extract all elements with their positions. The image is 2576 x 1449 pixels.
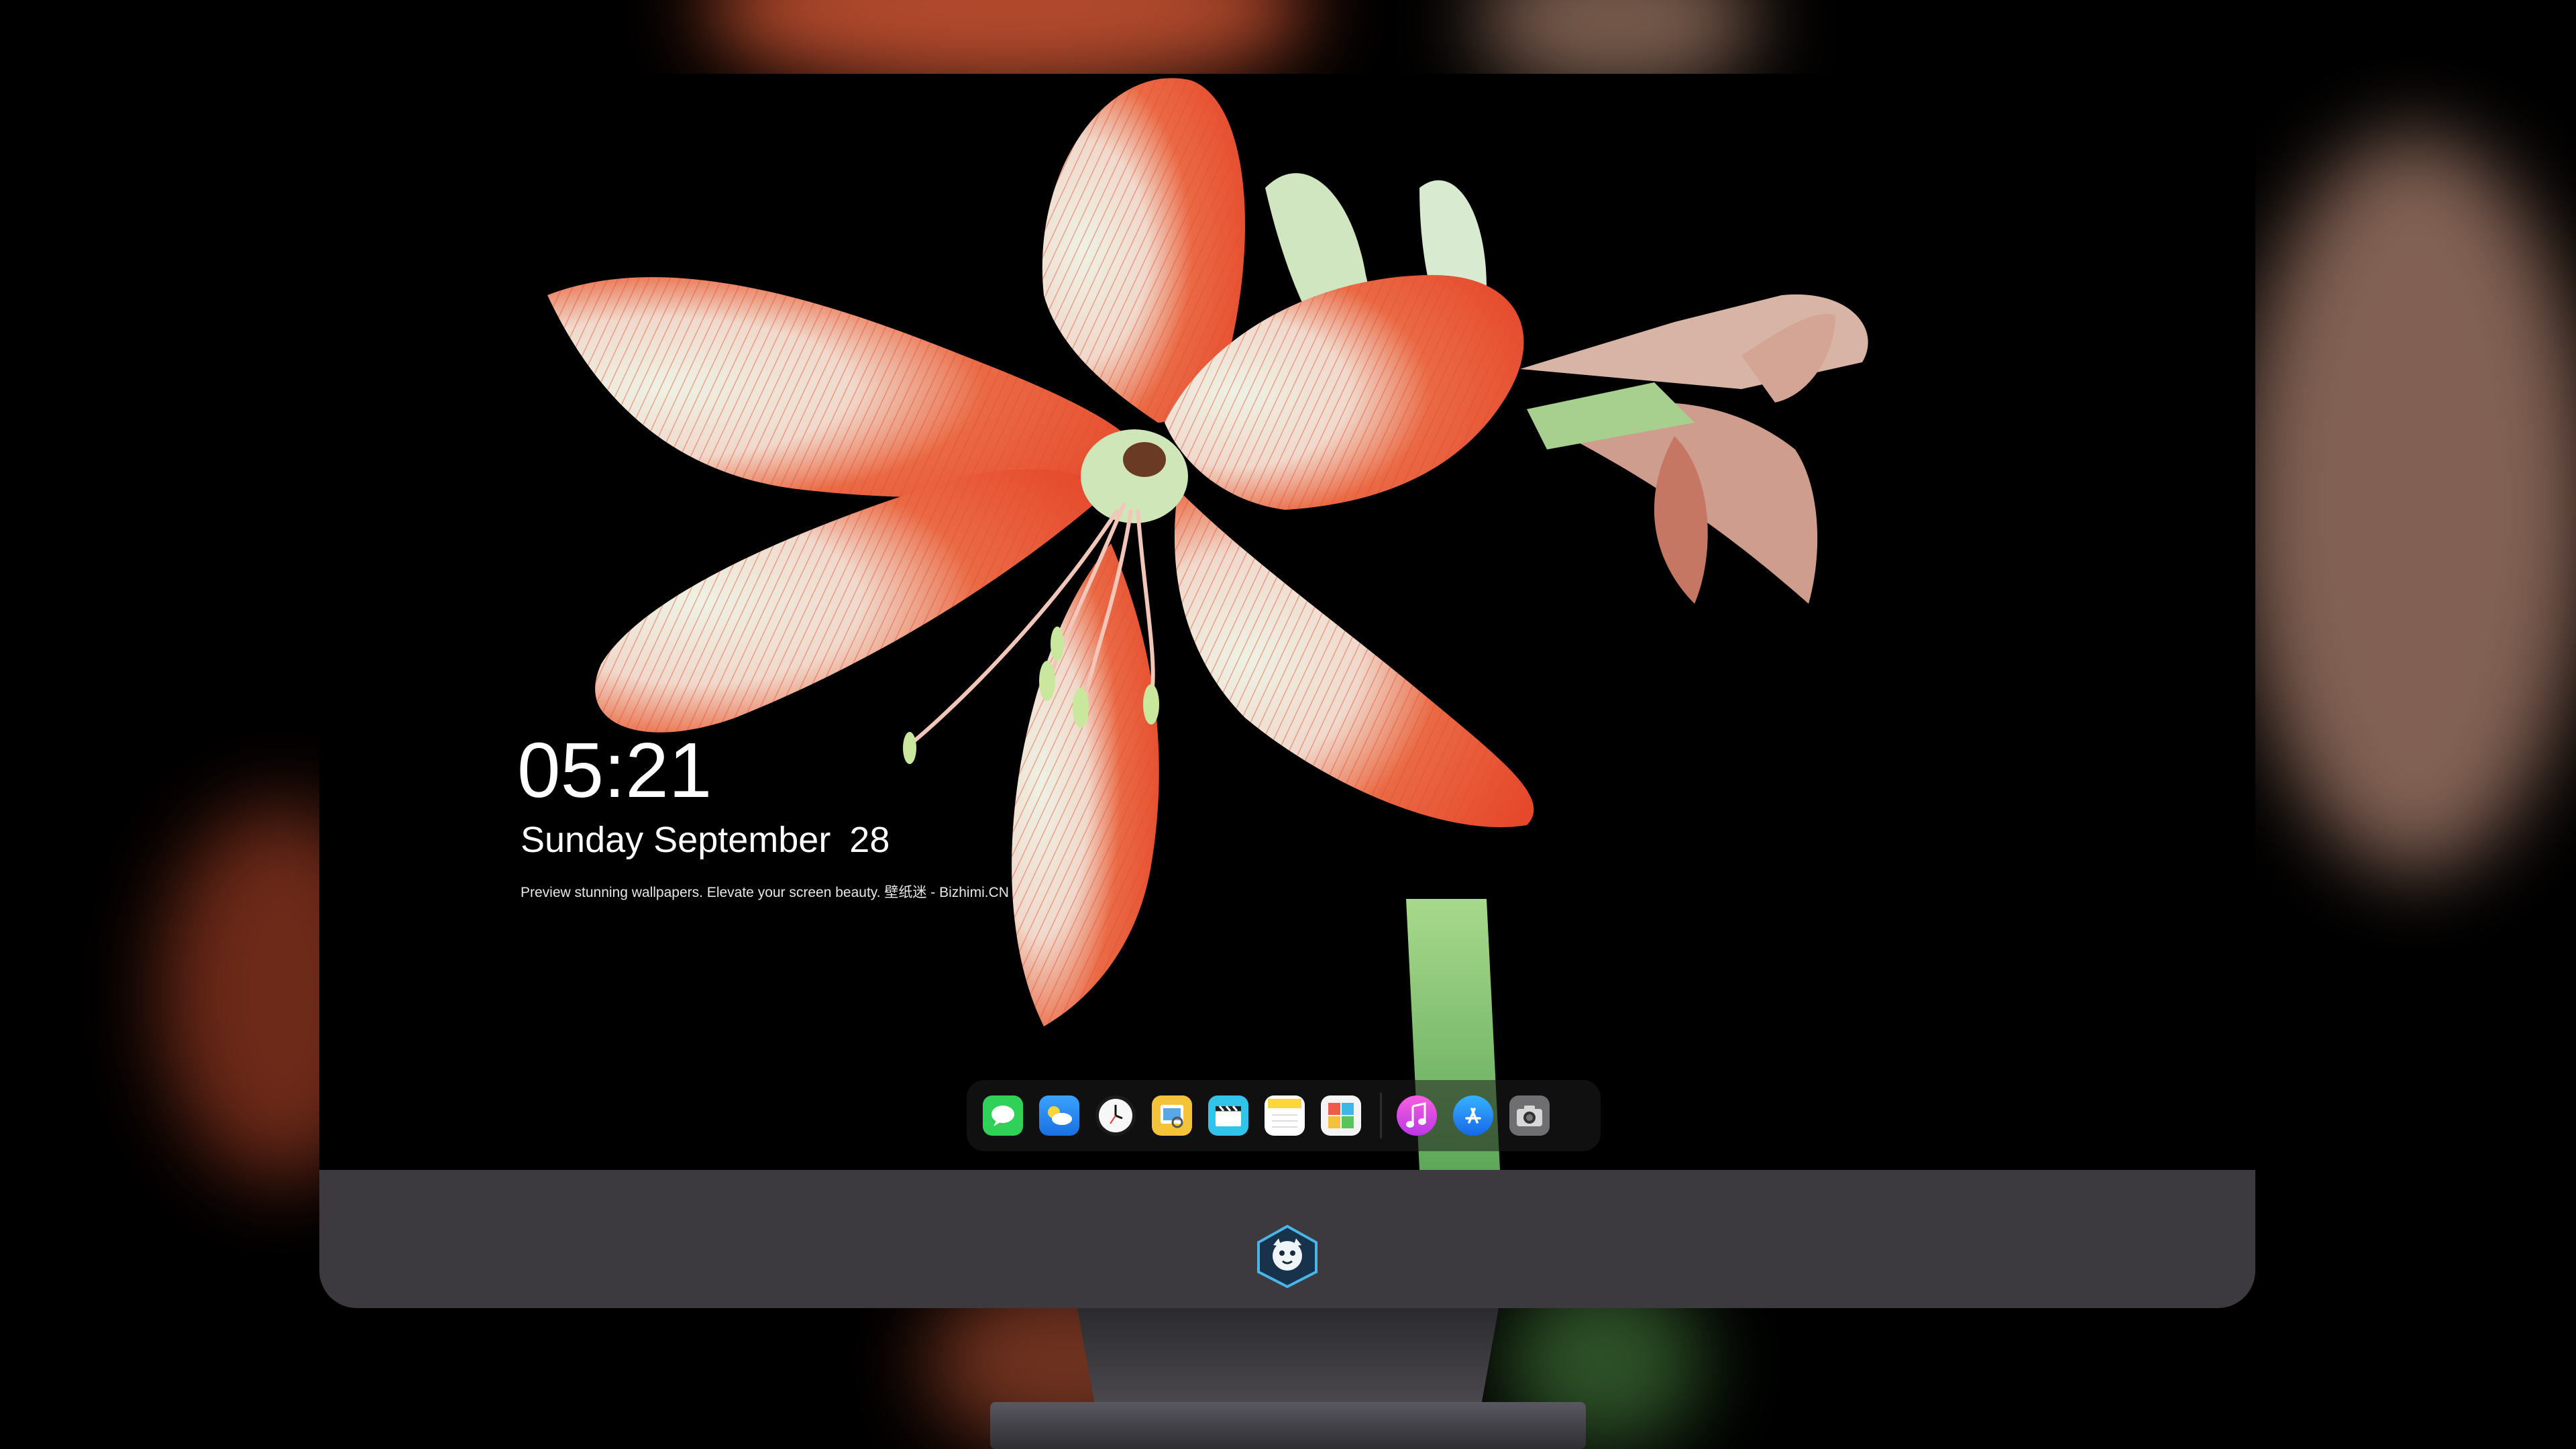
screen: 05:21 Sunday September 28 Preview stunnin… [319,74,2255,1170]
video-editor-icon[interactable] [1208,1095,1248,1136]
lockscreen-date: Sunday September 28 [521,822,890,858]
lockscreen-day: 28 [849,820,890,860]
photo-collage-icon[interactable] [1321,1095,1361,1136]
lockscreen-time: 05:21 [517,727,712,814]
mascot-logo-icon [1257,1225,1318,1288]
monitor: 05:21 Sunday September 28 Preview stunnin… [319,74,2255,1308]
music-icon[interactable] [1397,1095,1437,1136]
lockscreen-weekday-month: Sunday September [521,820,831,860]
monitor-stand-base [990,1402,1586,1449]
messages-icon[interactable] [983,1095,1023,1136]
dock [967,1080,1601,1151]
clock-icon[interactable] [1095,1095,1136,1136]
camera-icon[interactable] [1509,1095,1550,1136]
amaryllis-wallpaper [547,78,1868,1170]
background-blob [2241,134,2576,872]
wallpaper-caption: Preview stunning wallpapers. Elevate you… [521,885,1009,900]
notes-icon[interactable] [1265,1095,1305,1136]
monitor-chin [319,1170,2255,1308]
monitor-stand-neck [1077,1308,1499,1402]
preview-icon[interactable] [1152,1095,1192,1136]
weather-icon[interactable] [1039,1095,1079,1136]
dock-separator [1380,1093,1382,1138]
app-store-icon[interactable] [1453,1095,1493,1136]
